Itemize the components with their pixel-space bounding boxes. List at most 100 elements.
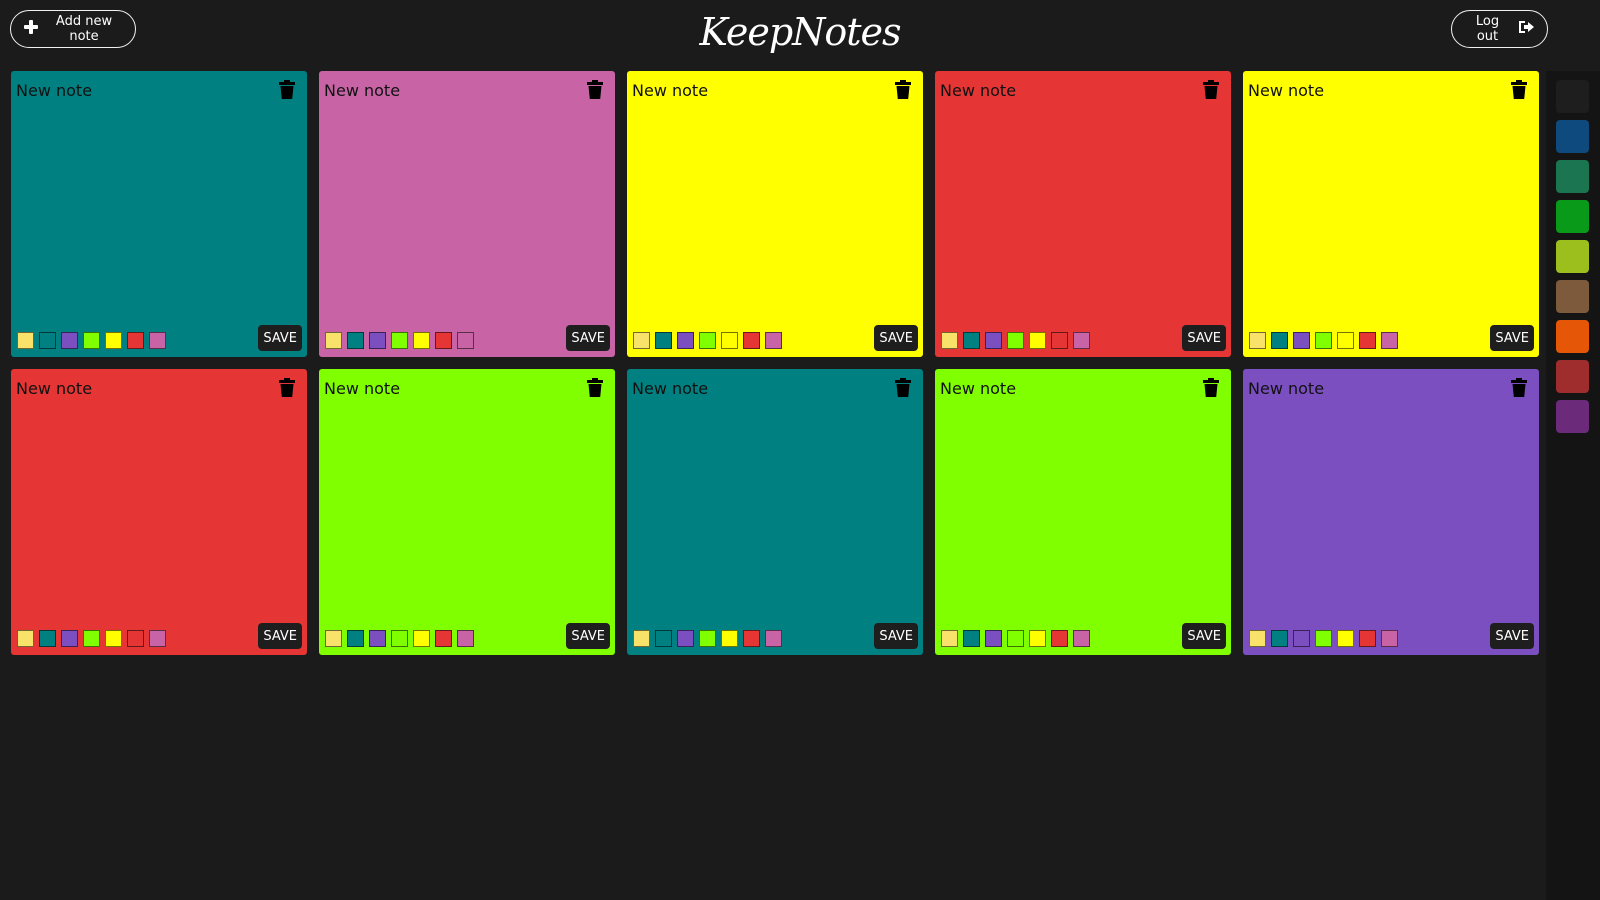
theme-color-swatch[interactable] [1556,320,1589,353]
note-title[interactable]: New note [16,81,92,100]
color-swatch[interactable] [105,630,122,647]
color-swatch[interactable] [1029,332,1046,349]
color-swatch[interactable] [941,630,958,647]
color-swatch[interactable] [699,630,716,647]
color-swatch[interactable] [127,332,144,349]
note-title[interactable]: New note [940,81,1016,100]
note-card[interactable]: New note SAVE [319,71,615,357]
trash-icon[interactable] [895,80,913,100]
save-button[interactable]: SAVE [566,325,610,351]
color-swatch[interactable] [413,630,430,647]
color-swatch[interactable] [963,630,980,647]
color-swatch[interactable] [39,630,56,647]
note-card[interactable]: New note SAVE [11,71,307,357]
color-swatch[interactable] [391,332,408,349]
color-swatch[interactable] [1359,630,1376,647]
theme-color-swatch[interactable] [1556,240,1589,273]
color-swatch[interactable] [743,630,760,647]
color-swatch[interactable] [391,630,408,647]
color-swatch[interactable] [127,630,144,647]
note-card[interactable]: New note SAVE [319,369,615,655]
save-button[interactable]: SAVE [258,325,302,351]
save-button[interactable]: SAVE [258,623,302,649]
color-swatch[interactable] [699,332,716,349]
note-card[interactable]: New note SAVE [935,369,1231,655]
color-swatch[interactable] [347,332,364,349]
trash-icon[interactable] [895,378,913,398]
save-button[interactable]: SAVE [1182,623,1226,649]
color-swatch[interactable] [1337,332,1354,349]
color-swatch[interactable] [17,630,34,647]
theme-color-swatch[interactable] [1556,360,1589,393]
color-swatch[interactable] [1271,630,1288,647]
note-card[interactable]: New note SAVE [627,369,923,655]
save-button[interactable]: SAVE [874,623,918,649]
trash-icon[interactable] [587,378,605,398]
color-swatch[interactable] [963,332,980,349]
note-card[interactable]: New note SAVE [11,369,307,655]
color-swatch[interactable] [985,630,1002,647]
color-swatch[interactable] [413,332,430,349]
color-swatch[interactable] [1293,332,1310,349]
color-swatch[interactable] [1337,630,1354,647]
color-swatch[interactable] [1293,630,1310,647]
color-swatch[interactable] [457,630,474,647]
color-swatch[interactable] [1381,630,1398,647]
color-swatch[interactable] [1007,332,1024,349]
color-swatch[interactable] [435,630,452,647]
color-swatch[interactable] [633,332,650,349]
note-card[interactable]: New note SAVE [627,71,923,357]
color-swatch[interactable] [1249,332,1266,349]
color-swatch[interactable] [1051,332,1068,349]
color-swatch[interactable] [765,332,782,349]
color-swatch[interactable] [39,332,56,349]
color-swatch[interactable] [721,630,738,647]
color-swatch[interactable] [1315,630,1332,647]
trash-icon[interactable] [1203,80,1221,100]
note-title[interactable]: New note [16,379,92,398]
color-swatch[interactable] [655,630,672,647]
trash-icon[interactable] [279,378,297,398]
color-swatch[interactable] [149,332,166,349]
color-swatch[interactable] [1029,630,1046,647]
theme-color-swatch[interactable] [1556,160,1589,193]
color-swatch[interactable] [765,630,782,647]
color-swatch[interactable] [1051,630,1068,647]
color-swatch[interactable] [1315,332,1332,349]
trash-icon[interactable] [279,80,297,100]
color-swatch[interactable] [369,332,386,349]
save-button[interactable]: SAVE [1490,623,1534,649]
trash-icon[interactable] [1511,378,1529,398]
color-swatch[interactable] [633,630,650,647]
color-swatch[interactable] [369,630,386,647]
note-title[interactable]: New note [324,379,400,398]
note-title[interactable]: New note [940,379,1016,398]
color-swatch[interactable] [1359,332,1376,349]
color-swatch[interactable] [655,332,672,349]
theme-color-swatch[interactable] [1556,120,1589,153]
color-swatch[interactable] [83,630,100,647]
theme-color-swatch[interactable] [1556,400,1589,433]
save-button[interactable]: SAVE [1182,325,1226,351]
color-swatch[interactable] [985,332,1002,349]
logout-button[interactable]: Log out [1451,10,1548,48]
save-button[interactable]: SAVE [566,623,610,649]
color-swatch[interactable] [1073,630,1090,647]
color-swatch[interactable] [83,332,100,349]
note-card[interactable]: New note SAVE [1243,71,1539,357]
color-swatch[interactable] [61,630,78,647]
color-swatch[interactable] [325,630,342,647]
note-card[interactable]: New note SAVE [1243,369,1539,655]
note-card[interactable]: New note SAVE [935,71,1231,357]
note-title[interactable]: New note [324,81,400,100]
color-swatch[interactable] [677,630,694,647]
theme-color-swatch[interactable] [1556,200,1589,233]
color-swatch[interactable] [743,332,760,349]
trash-icon[interactable] [1203,378,1221,398]
color-swatch[interactable] [1271,332,1288,349]
trash-icon[interactable] [587,80,605,100]
color-swatch[interactable] [347,630,364,647]
save-button[interactable]: SAVE [1490,325,1534,351]
color-swatch[interactable] [721,332,738,349]
color-swatch[interactable] [941,332,958,349]
